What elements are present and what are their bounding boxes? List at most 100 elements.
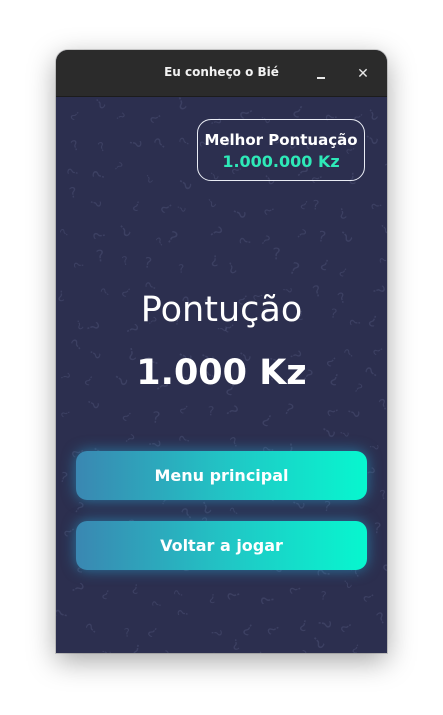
question-mark-glyph: ¿ (86, 198, 103, 209)
question-mark-glyph: ¿ (299, 196, 312, 211)
question-mark-glyph: ¿ (58, 470, 69, 487)
question-mark-glyph: ? (56, 607, 72, 620)
question-mark-glyph: ? (361, 589, 379, 604)
minimize-icon (317, 77, 325, 79)
question-mark-glyph: ? (68, 185, 78, 202)
question-mark-glyph: ? (174, 203, 188, 214)
question-mark-glyph: ¿ (120, 408, 135, 424)
best-score-value: 1.000.000 Kz (222, 152, 340, 171)
question-mark-glyph: ¿ (379, 257, 387, 264)
question-mark-glyph: ¿ (342, 406, 362, 419)
question-mark-glyph: ? (224, 588, 245, 601)
question-mark-glyph: ¿ (148, 110, 166, 125)
question-mark-glyph: ¿ (131, 197, 143, 213)
game-over-screen: ¿ ¿ ¿ ¿ ¿? ¿? ¿ ¿ ¿? ¿ ¿?? ¿? ¿ ¿ ¿? ¿ ¿ ¿ ¿ ¿??? ¿?????? ¿ ¿ ¿… (56, 97, 387, 653)
question-mark-glyph: ? (67, 580, 88, 597)
question-mark-glyph: ¿ (286, 260, 302, 281)
question-mark-glyph: ¿ (143, 255, 153, 272)
question-mark-glyph: ? (294, 648, 309, 653)
question-mark-glyph: ? (377, 396, 387, 415)
window-title: Eu conheço o Bié (164, 65, 279, 79)
question-mark-glyph: ¿ (351, 639, 362, 653)
question-mark-glyph: ¿ (220, 403, 241, 421)
question-mark-glyph: ? (71, 499, 87, 518)
question-mark-glyph: ¿ (131, 580, 140, 596)
question-mark-glyph: ? (204, 195, 218, 210)
question-mark-glyph: ? (145, 623, 161, 640)
question-mark-glyph: ? (224, 258, 239, 278)
question-mark-glyph: ¿ (162, 229, 180, 251)
question-mark-glyph: ¿ (339, 575, 353, 590)
question-mark-glyph: ¿ (238, 236, 255, 246)
question-mark-glyph: ¿ (151, 600, 166, 609)
question-mark-glyph: ? (208, 629, 224, 637)
question-mark-glyph: ? (373, 521, 382, 537)
question-mark-glyph: ¿ (91, 97, 108, 111)
question-mark-glyph: ¿ (121, 255, 130, 270)
question-mark-glyph: ¿ (231, 635, 240, 652)
main-menu-button[interactable]: Menu principal (76, 451, 367, 500)
question-mark-glyph: ¿ (316, 229, 327, 247)
question-mark-glyph: ¿ (260, 408, 277, 429)
app-window: Eu conheço o Bié ✕ ¿ ¿ ¿ ¿ ¿? ¿? ¿ ¿ ¿? ¿ ¿?? ¿? ¿ ¿ ¿… (56, 50, 387, 653)
question-mark-glyph: ¿ (336, 429, 350, 438)
question-mark-glyph: ¿ (280, 401, 295, 421)
question-mark-glyph: ¿ (73, 262, 88, 269)
score-label: Pontução (140, 290, 303, 330)
question-mark-glyph: ¿ (241, 617, 258, 638)
question-mark-glyph: ¿ (66, 167, 83, 177)
question-mark-glyph: ? (206, 223, 227, 241)
question-mark-glyph: ¿ (173, 589, 188, 600)
question-mark-glyph: ? (208, 403, 215, 418)
question-mark-glyph: ? (68, 336, 86, 355)
question-mark-glyph: ¿ (260, 593, 281, 605)
question-mark-glyph: ? (288, 583, 306, 595)
question-mark-glyph: ¿ (132, 638, 143, 653)
question-mark-glyph: ¿ (365, 444, 379, 451)
question-mark-glyph: ? (174, 175, 195, 193)
question-mark-glyph: ? (338, 619, 356, 634)
question-mark-glyph: ? (314, 618, 335, 629)
question-mark-glyph: ¿ (69, 138, 82, 156)
best-score-box: Melhor Pontuação 1.000.000 Kz (197, 119, 365, 181)
question-mark-glyph: ? (384, 161, 387, 179)
question-mark-glyph: ? (323, 499, 332, 516)
title-bar[interactable]: Eu conheço o Bié ✕ (56, 50, 387, 97)
play-again-button[interactable]: Voltar a jogar (76, 521, 367, 570)
question-mark-glyph: ¿ (319, 254, 333, 273)
question-mark-glyph: ? (228, 435, 241, 452)
question-mark-glyph: ¿ (69, 106, 84, 122)
question-mark-glyph: ? (125, 138, 144, 148)
question-mark-glyph: ? (58, 408, 73, 420)
question-mark-glyph: ¿ (228, 506, 242, 518)
question-mark-glyph: ? (255, 647, 268, 653)
question-mark-glyph: ? (143, 171, 155, 185)
question-mark-glyph: ¿ (143, 439, 162, 449)
question-mark-glyph: ? (58, 226, 72, 238)
question-mark-glyph: ¿ (370, 201, 386, 211)
question-mark-glyph: ¿ (325, 405, 343, 418)
question-mark-glyph: ? (374, 609, 387, 629)
close-button[interactable]: ✕ (352, 63, 374, 85)
question-mark-glyph: ¿ (101, 584, 113, 600)
question-mark-glyph: ¿ (265, 621, 285, 637)
question-mark-glyph: ? (272, 244, 281, 263)
best-score-label: Melhor Pontuação (204, 131, 358, 149)
question-mark-glyph: ? (177, 434, 194, 446)
question-mark-glyph: ? (229, 206, 250, 221)
question-mark-glyph: ? (336, 226, 356, 246)
score-value: 1.000 Kz (136, 353, 307, 393)
question-mark-glyph: ¿ (151, 410, 161, 429)
close-icon: ✕ (357, 66, 369, 82)
question-mark-glyph: ? (336, 204, 348, 221)
question-mark-glyph: ¿ (110, 161, 124, 175)
question-mark-glyph: ¿ (291, 99, 308, 120)
question-mark-glyph: ¿ (262, 204, 279, 217)
question-mark-glyph: ? (156, 647, 172, 653)
question-mark-glyph: ¿ (92, 230, 111, 240)
question-mark-glyph: ? (209, 591, 217, 606)
minimize-button[interactable] (310, 63, 332, 85)
question-mark-glyph: ? (99, 648, 114, 653)
question-mark-glyph: ? (293, 227, 309, 243)
question-mark-glyph: ? (95, 246, 106, 266)
